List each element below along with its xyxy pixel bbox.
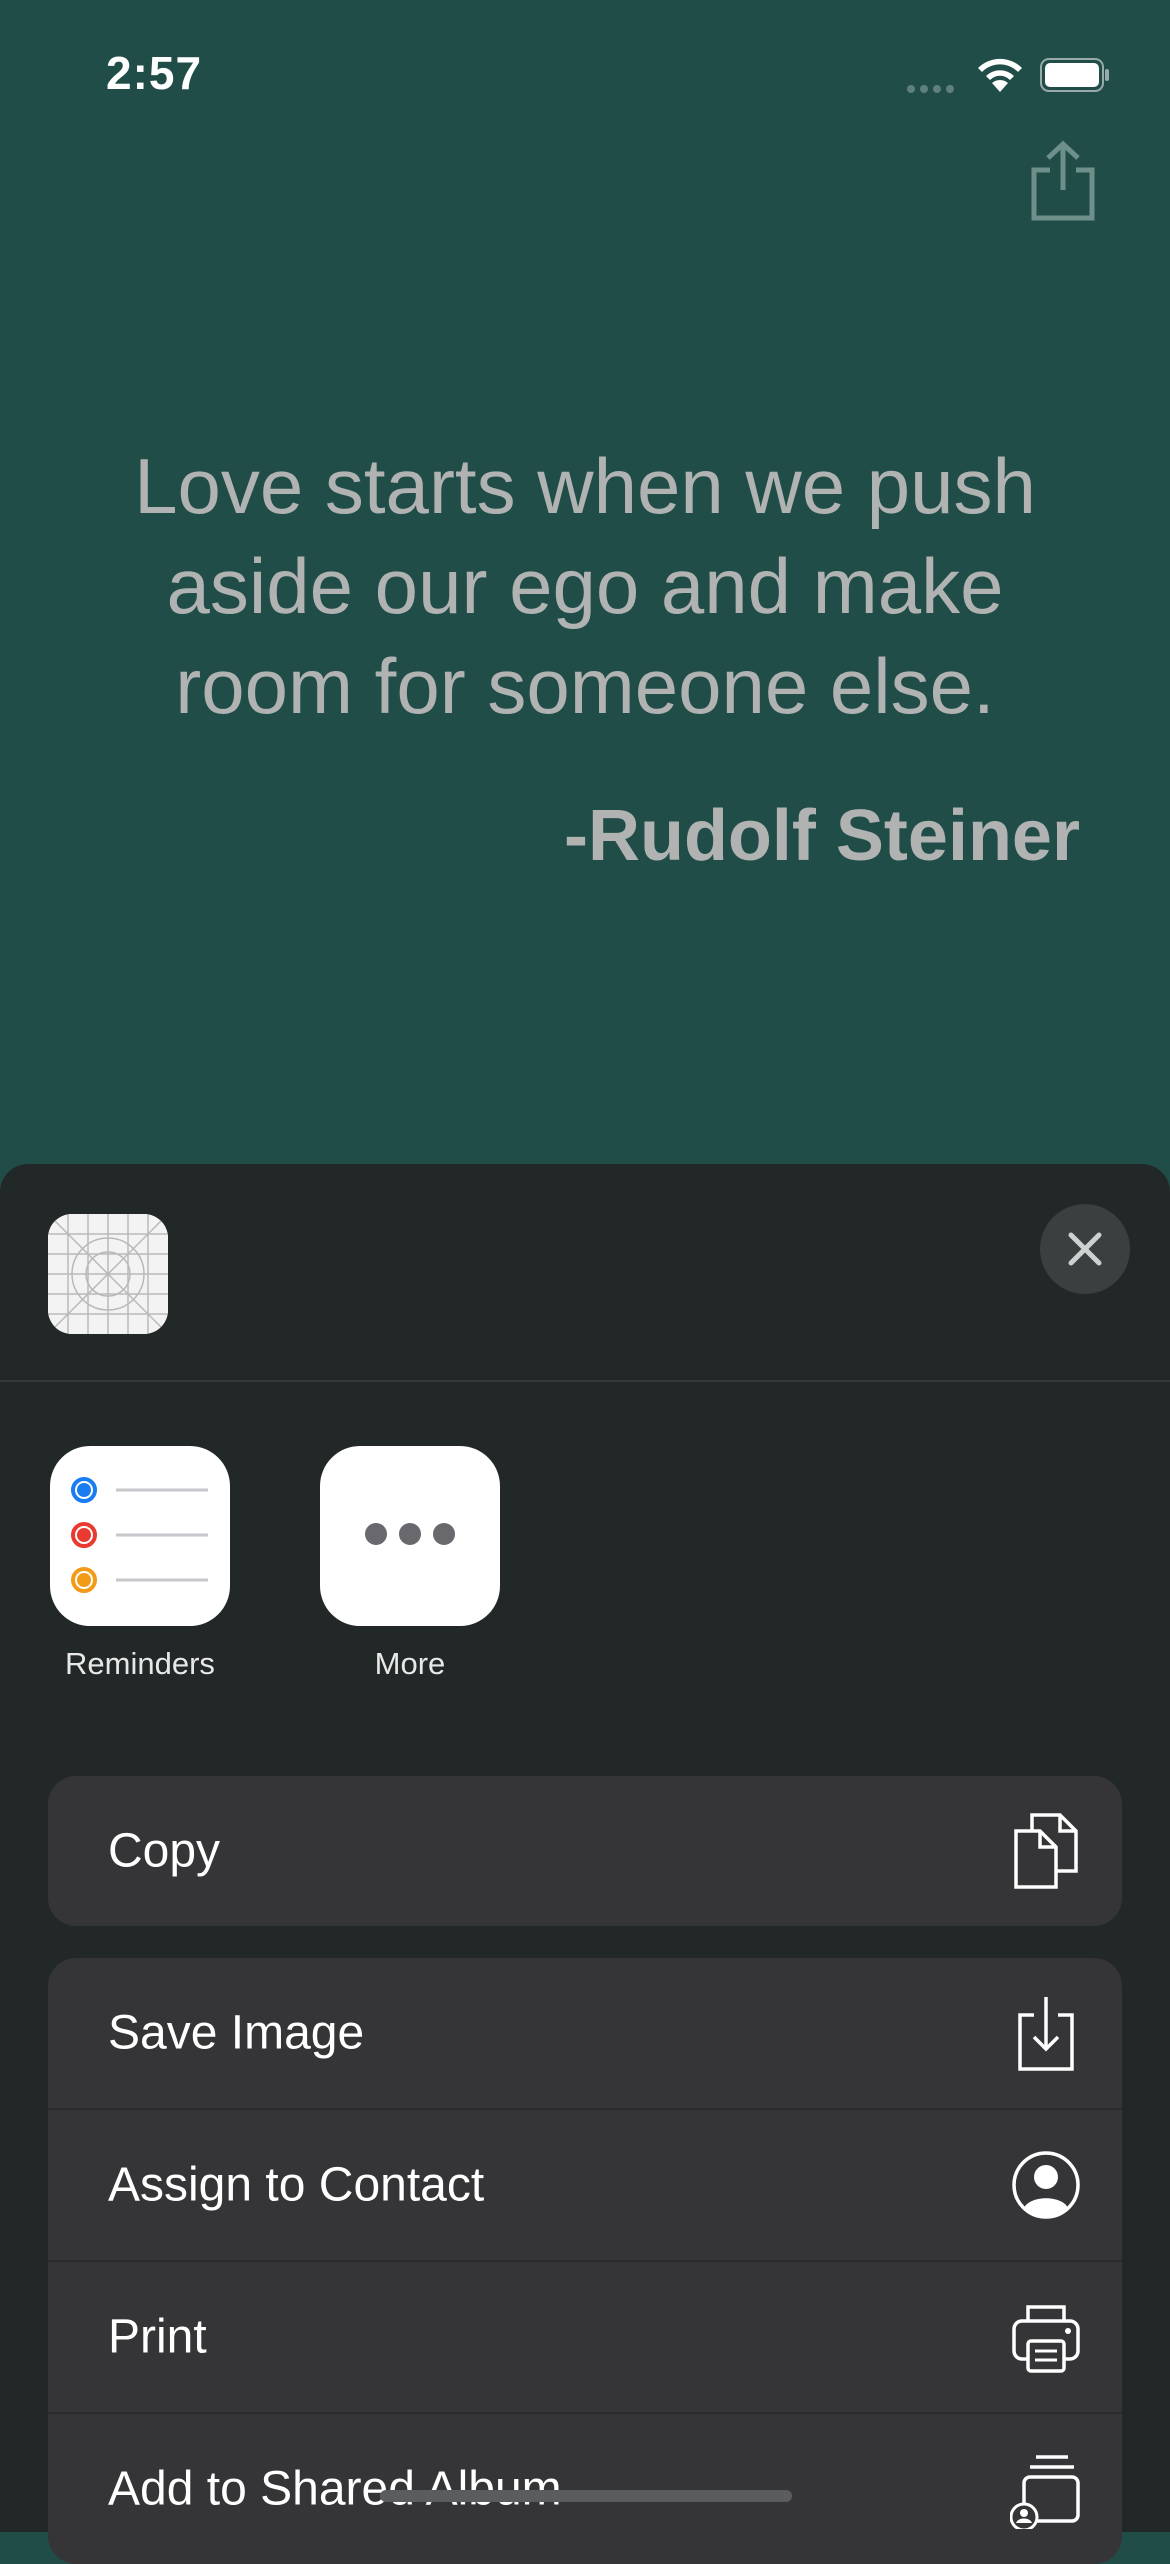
home-indicator[interactable] <box>380 2490 792 2502</box>
wifi-icon <box>978 58 1022 92</box>
divider <box>0 1380 1170 1382</box>
image-placeholder-icon <box>48 1214 168 1334</box>
contact-icon <box>1012 2151 1080 2219</box>
action-label: Save Image <box>108 2006 365 2060</box>
action-copy[interactable]: Copy <box>48 1776 1122 1926</box>
battery-icon <box>1040 58 1109 92</box>
more-icon <box>320 1446 500 1626</box>
reminders-icon <box>50 1446 230 1626</box>
action-save-image[interactable]: Save Image <box>48 1958 1122 2110</box>
action-assign-contact[interactable]: Assign to Contact <box>48 2110 1122 2262</box>
action-label: Copy <box>108 1824 221 1878</box>
action-label: Assign to Contact <box>108 2158 485 2212</box>
action-label: Print <box>108 2310 207 2364</box>
cellular-signal-icon <box>907 80 961 93</box>
action-label: Add to Shared Album <box>108 2462 562 2516</box>
shared-album-icon <box>1010 2455 1080 2529</box>
action-print[interactable]: Print <box>48 2262 1122 2414</box>
close-button[interactable] <box>1040 1204 1130 1294</box>
save-image-icon <box>1018 1997 1074 2071</box>
status-time: 2:57 <box>106 47 203 99</box>
app-label: Reminders <box>65 1646 215 1681</box>
copy-icon <box>1014 1813 1078 1889</box>
action-group-main: Save Image Assign to Contact Print Add t… <box>48 1958 1122 2564</box>
app-label: More <box>374 1646 446 1681</box>
close-icon <box>1068 1232 1102 1266</box>
preview-thumbnail <box>48 1214 168 1334</box>
action-group-copy: Copy <box>48 1776 1122 1926</box>
share-icon[interactable] <box>1028 140 1098 222</box>
quote-author: -Rudolf Steiner <box>564 796 1080 876</box>
app-reminders[interactable]: Reminders <box>50 1446 230 1682</box>
print-icon <box>1012 2305 1080 2373</box>
quote-text: Love starts when we push aside our ego a… <box>134 442 1036 730</box>
action-shared-album[interactable]: Add to Shared Album <box>48 2414 1122 2564</box>
app-more[interactable]: More <box>320 1446 500 1682</box>
share-sheet: Reminders More Copy Save Image Assign to… <box>0 1164 1170 2564</box>
